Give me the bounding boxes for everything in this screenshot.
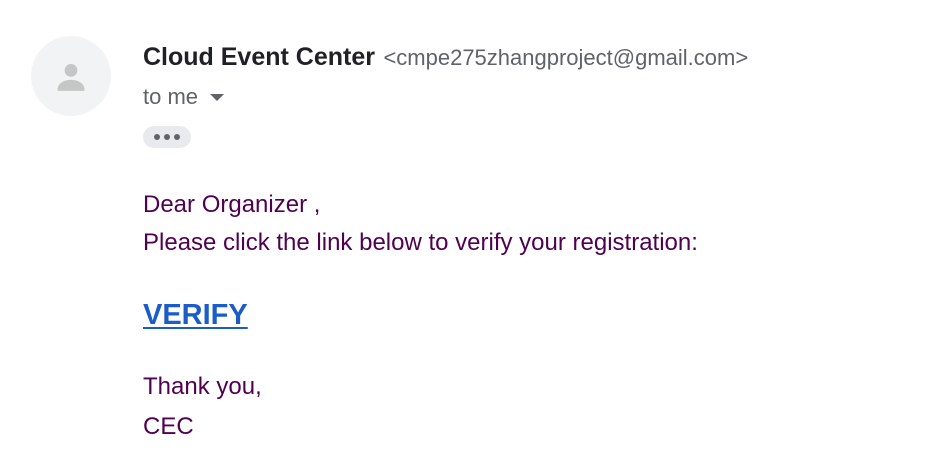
dot [164, 134, 170, 140]
sender-name[interactable]: Cloud Event Center [143, 43, 375, 71]
email-view: Cloud Event Center <cmpe275zhangproject@… [0, 0, 940, 468]
sender-email: <cmpe275zhangproject@gmail.com> [383, 45, 749, 70]
avatar[interactable] [31, 36, 111, 116]
greeting-text: Dear Organizer , [143, 191, 321, 218]
show-trimmed-content-button[interactable] [143, 126, 191, 148]
signature-text: CEC [143, 413, 194, 440]
recipient-details-toggle[interactable]: to me [143, 82, 225, 112]
closing-text: Thank you, [143, 373, 262, 400]
verify-link[interactable]: VERIFY [143, 298, 248, 332]
instruction-text: Please click the link below to verify yo… [143, 229, 698, 256]
person-icon [57, 63, 85, 91]
recipient-label: to me [143, 84, 199, 109]
caret-down-icon[interactable] [210, 93, 225, 101]
dot [174, 134, 180, 140]
dot [154, 134, 160, 140]
sender-info: Cloud Event Center <cmpe275zhangproject@… [143, 40, 748, 78]
